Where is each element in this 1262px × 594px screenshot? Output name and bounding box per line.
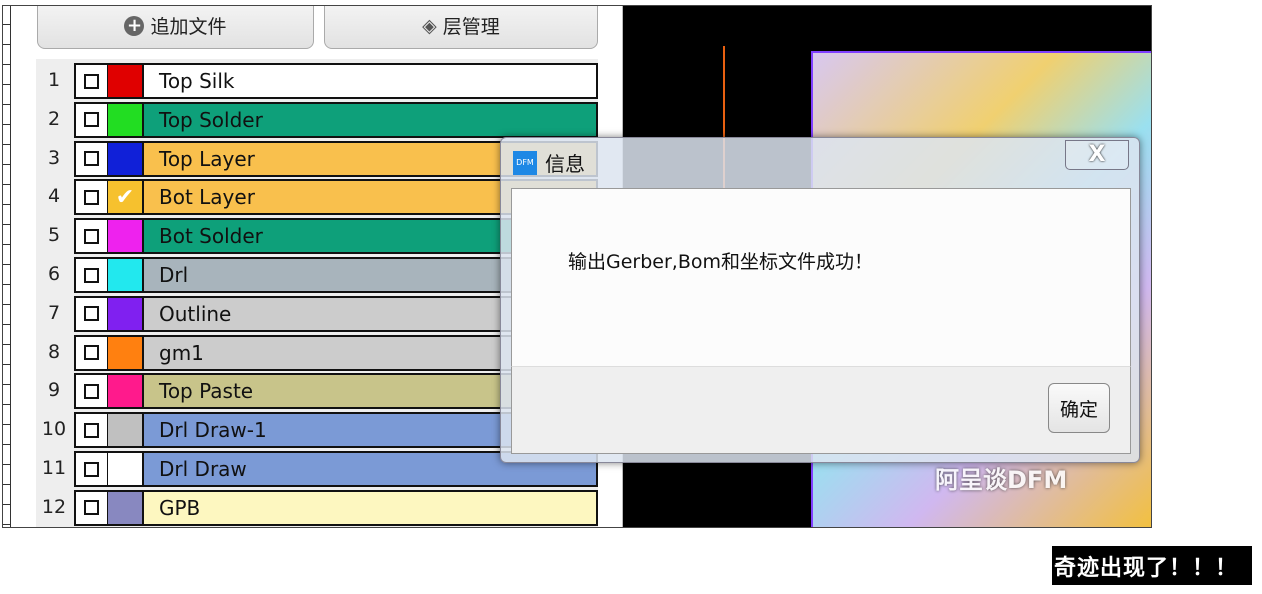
checkbox-icon: [84, 383, 99, 399]
layer-cell[interactable]: Top Silk: [74, 63, 598, 99]
checkbox-icon: [84, 306, 99, 322]
layer-color-swatch[interactable]: [108, 142, 144, 175]
layer-checkbox[interactable]: [76, 375, 108, 408]
layer-manager-button[interactable]: ◈ 层管理: [324, 6, 598, 49]
layer-color-swatch[interactable]: [108, 220, 144, 253]
checkbox-icon: [84, 422, 99, 438]
layer-number: 1: [47, 69, 61, 91]
checkbox-icon: [84, 461, 99, 477]
layer-number: 3: [47, 146, 61, 169]
layer-checkbox[interactable]: [76, 491, 108, 524]
add-file-label: 追加文件: [150, 16, 227, 38]
layer-checkbox[interactable]: [76, 414, 108, 447]
layer-cell[interactable]: GPB: [74, 489, 598, 526]
layer-name: Top Solder: [144, 103, 596, 136]
layer-checkbox[interactable]: [76, 453, 108, 485]
layer-checkbox[interactable]: [76, 65, 108, 97]
layer-name: GPB: [144, 491, 596, 524]
layer-number: 9: [47, 379, 61, 402]
layer-color-swatch[interactable]: [108, 491, 144, 524]
ruler: [3, 6, 11, 527]
layer-color-swatch[interactable]: [108, 414, 144, 447]
layer-color-swatch[interactable]: [108, 103, 144, 136]
checkbox-icon: [84, 228, 99, 244]
add-file-button[interactable]: + 追加文件: [37, 6, 314, 49]
checkbox-icon: [84, 267, 99, 283]
layer-number: 8: [47, 340, 61, 363]
layer-checkbox[interactable]: [76, 142, 108, 175]
checkbox-icon: [84, 151, 99, 167]
dialog-footer: 确定: [511, 366, 1131, 454]
layer-checkbox[interactable]: [76, 181, 108, 214]
plus-icon: +: [124, 15, 145, 36]
checkbox-icon: [84, 345, 99, 361]
ok-button[interactable]: 确定: [1048, 383, 1110, 433]
app-logo-icon: DFM: [513, 150, 537, 175]
close-button[interactable]: X: [1065, 140, 1129, 170]
layer-color-swatch[interactable]: [108, 375, 144, 408]
dialog-body: 输出Gerber,Bom和坐标文件成功！: [511, 188, 1131, 366]
check-icon: ✔: [115, 184, 135, 210]
layer-manager-label: 层管理: [442, 16, 500, 38]
layer-number: 10: [41, 418, 67, 441]
dialog-title-bar: DFM 信息: [513, 148, 585, 177]
layer-row[interactable]: 2 Top Solder: [36, 101, 598, 138]
layer-number: 12: [41, 495, 67, 518]
checkbox-icon: [84, 112, 99, 128]
layer-checkbox[interactable]: [76, 259, 108, 291]
checkbox-icon: [84, 500, 99, 516]
layer-number: 11: [41, 457, 67, 479]
layer-checkbox[interactable]: [76, 297, 108, 330]
layer-row[interactable]: 12 GPB: [36, 489, 598, 526]
layer-checkbox[interactable]: [76, 220, 108, 253]
layer-color-swatch[interactable]: ✔: [108, 181, 144, 214]
layer-row[interactable]: 1 Top Silk: [36, 63, 598, 99]
layer-color-swatch[interactable]: [108, 65, 144, 97]
layers-icon: ◈: [422, 14, 437, 37]
layer-cell[interactable]: Top Solder: [74, 101, 598, 138]
layer-name: Top Silk: [144, 65, 596, 97]
layer-number: 5: [47, 224, 61, 247]
dialog-title: 信息: [545, 152, 585, 176]
layer-color-swatch[interactable]: [108, 259, 144, 291]
layer-number: 2: [47, 107, 61, 130]
layer-number: 7: [47, 301, 61, 324]
info-dialog: DFM 信息 X 输出Gerber,Bom和坐标文件成功！ 确定: [500, 137, 1140, 463]
watermark: 阿呈谈DFM: [935, 466, 1068, 494]
layer-checkbox[interactable]: [76, 103, 108, 136]
checkbox-icon: [84, 189, 99, 205]
caption: 奇迹出现了！！！: [1052, 546, 1252, 585]
layer-checkbox[interactable]: [76, 336, 108, 369]
layer-color-swatch[interactable]: [108, 297, 144, 330]
dialog-message: 输出Gerber,Bom和坐标文件成功！: [568, 251, 873, 273]
checkbox-icon: [84, 73, 99, 89]
layer-number: 6: [47, 263, 61, 285]
layer-color-swatch[interactable]: [108, 453, 144, 485]
layer-number: 4: [47, 185, 61, 208]
layer-color-swatch[interactable]: [108, 336, 144, 369]
